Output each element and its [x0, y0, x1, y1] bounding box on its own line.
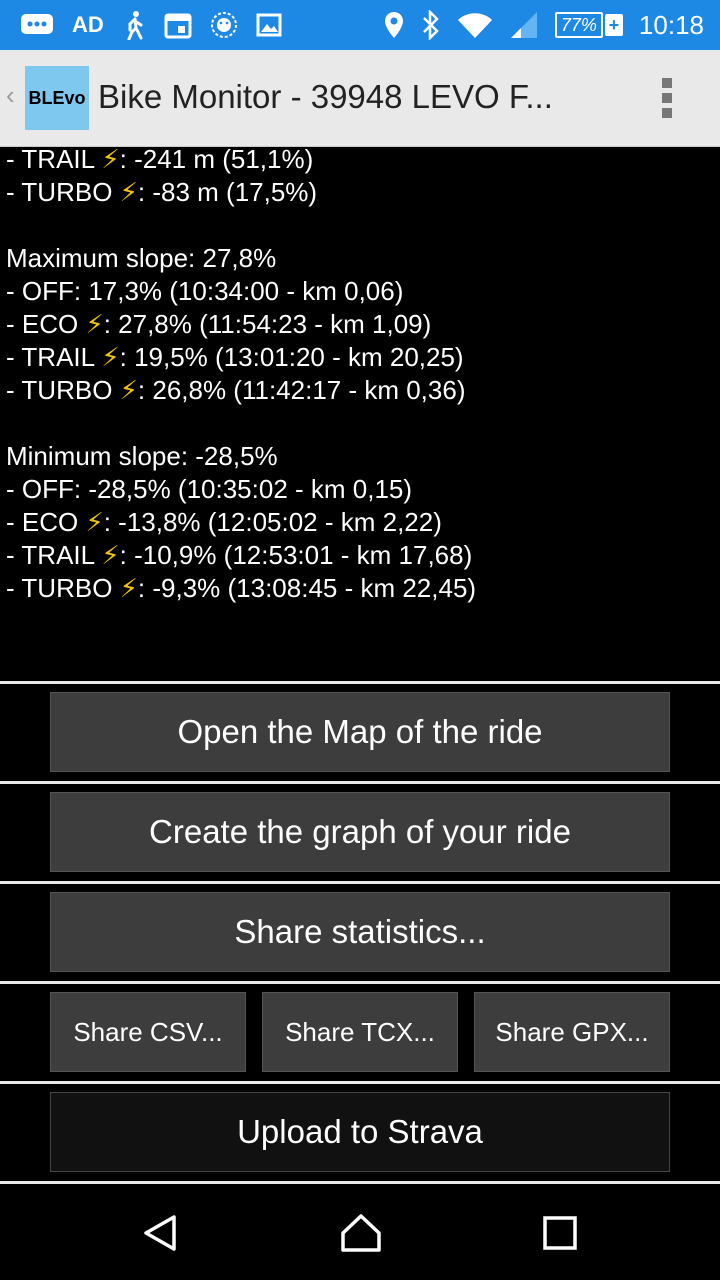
share-statistics-button[interactable]: Share statistics... [50, 892, 670, 972]
stat-text: - OFF: 17,3% (10:34:00 - km 0,06) [6, 276, 404, 306]
stat-line: - OFF: -28,5% (10:35:02 - km 0,15) [6, 473, 716, 506]
stat-text: : 26,8% (11:42:17 - km 0,36) [137, 375, 466, 405]
stat-text: : 27,8% (11:54:23 - km 1,09) [103, 309, 432, 339]
divider [0, 681, 720, 684]
lightning-icon: ⚡ [85, 507, 104, 537]
stat-text: : -83 m (17,5%) [137, 177, 318, 207]
stat-text: - OFF: -28,5% (10:35:02 - km 0,15) [6, 474, 413, 504]
app-logo[interactable]: BLEvo [25, 66, 89, 130]
signal-icon [509, 10, 539, 40]
stat-text: - TURBO [6, 573, 120, 603]
charging-icon: + [604, 14, 623, 36]
stat-line: - TRAIL ⚡: -241 m (51,1%) [6, 143, 716, 176]
location-icon [383, 11, 405, 39]
walking-icon [122, 10, 146, 40]
up-caret-icon[interactable]: ‹ [6, 80, 15, 111]
stat-line: - TURBO ⚡: -83 m (17,5%) [6, 176, 716, 209]
recents-icon[interactable] [542, 1213, 578, 1258]
stat-line: - TRAIL ⚡: 19,5% (13:01:20 - km 20,25) [6, 341, 716, 374]
stat-line: - OFF: 17,3% (10:34:00 - km 0,06) [6, 275, 716, 308]
stat-line [6, 407, 716, 440]
stat-line [6, 209, 716, 242]
stat-text: : 19,5% (13:01:20 - km 20,25) [119, 342, 464, 372]
status-bar: AD 77% + 10:18 [0, 0, 720, 50]
ride-statistics: - TRAIL ⚡: -241 m (51,1%) - TURBO ⚡: -83 … [6, 143, 716, 605]
stat-text: - TRAIL [6, 144, 102, 174]
stat-line: - TURBO ⚡: -9,3% (13:08:45 - km 22,45) [6, 572, 716, 605]
upload-strava-button[interactable]: Upload to Strava [50, 1092, 670, 1172]
lion-icon [210, 10, 238, 40]
stat-line: Minimum slope: -28,5% [6, 440, 716, 473]
stat-line: - ECO ⚡: 27,8% (11:54:23 - km 1,09) [6, 308, 716, 341]
divider [0, 781, 720, 784]
calendar-icon [164, 11, 192, 39]
lightning-icon: ⚡ [101, 342, 120, 372]
stat-line: - ECO ⚡: -13,8% (12:05:02 - km 2,22) [6, 506, 716, 539]
notification-icons: AD [20, 0, 282, 50]
home-icon[interactable] [339, 1213, 383, 1258]
battery-indicator: 77% + [554, 12, 623, 38]
stat-line: Maximum slope: 27,8% [6, 242, 716, 275]
system-icons: 77% + 10:18 [383, 0, 704, 50]
wifi-icon [457, 11, 493, 39]
stat-text: - TURBO [6, 177, 120, 207]
stat-line: - TRAIL ⚡: -10,9% (12:53:01 - km 17,68) [6, 539, 716, 572]
stat-text: - ECO [6, 309, 86, 339]
divider [0, 981, 720, 984]
stat-text: : -10,9% (12:53:01 - km 17,68) [119, 540, 473, 570]
lightning-icon: ⚡ [101, 540, 120, 570]
lightning-icon: ⚡ [85, 309, 104, 339]
messages-icon [20, 12, 54, 38]
clock: 10:18 [638, 9, 704, 40]
stat-line: - TURBO ⚡: 26,8% (11:42:17 - km 0,36) [6, 374, 716, 407]
stat-text: : -9,3% (13:08:45 - km 22,45) [137, 573, 477, 603]
create-graph-button[interactable]: Create the graph of your ride [50, 792, 670, 872]
stat-text: - TRAIL [6, 342, 102, 372]
overflow-menu-icon[interactable] [662, 78, 674, 118]
stat-text: - ECO [6, 507, 86, 537]
battery-level: 77% [554, 12, 603, 38]
action-bar: ‹ BLEvo Bike Monitor - 39948 LEVO F... [0, 50, 720, 147]
image-icon [256, 13, 282, 37]
navigation-bar [0, 1186, 720, 1280]
stat-text: : -241 m (51,1%) [119, 144, 314, 174]
lightning-icon: ⚡ [119, 177, 138, 207]
divider [0, 1081, 720, 1084]
share-gpx-button[interactable]: Share GPX... [474, 992, 670, 1072]
share-csv-button[interactable]: Share CSV... [50, 992, 246, 1072]
stat-text: - TURBO [6, 375, 120, 405]
bluetooth-icon [421, 10, 441, 40]
page-title: Bike Monitor - 39948 LEVO F... [98, 78, 553, 115]
divider [0, 881, 720, 884]
ad-icon: AD [72, 12, 104, 37]
stat-text: Minimum slope: -28,5% [6, 441, 278, 471]
divider [0, 1181, 720, 1184]
open-map-button[interactable]: Open the Map of the ride [50, 692, 670, 772]
stat-text: Maximum slope: 27,8% [6, 243, 277, 273]
lightning-icon: ⚡ [119, 573, 138, 603]
stat-text: - TRAIL [6, 540, 102, 570]
share-tcx-button[interactable]: Share TCX... [262, 992, 458, 1072]
stat-text: : -13,8% (12:05:02 - km 2,22) [103, 507, 442, 537]
lightning-icon: ⚡ [119, 375, 138, 405]
back-icon[interactable] [140, 1213, 180, 1258]
lightning-icon: ⚡ [101, 144, 120, 174]
